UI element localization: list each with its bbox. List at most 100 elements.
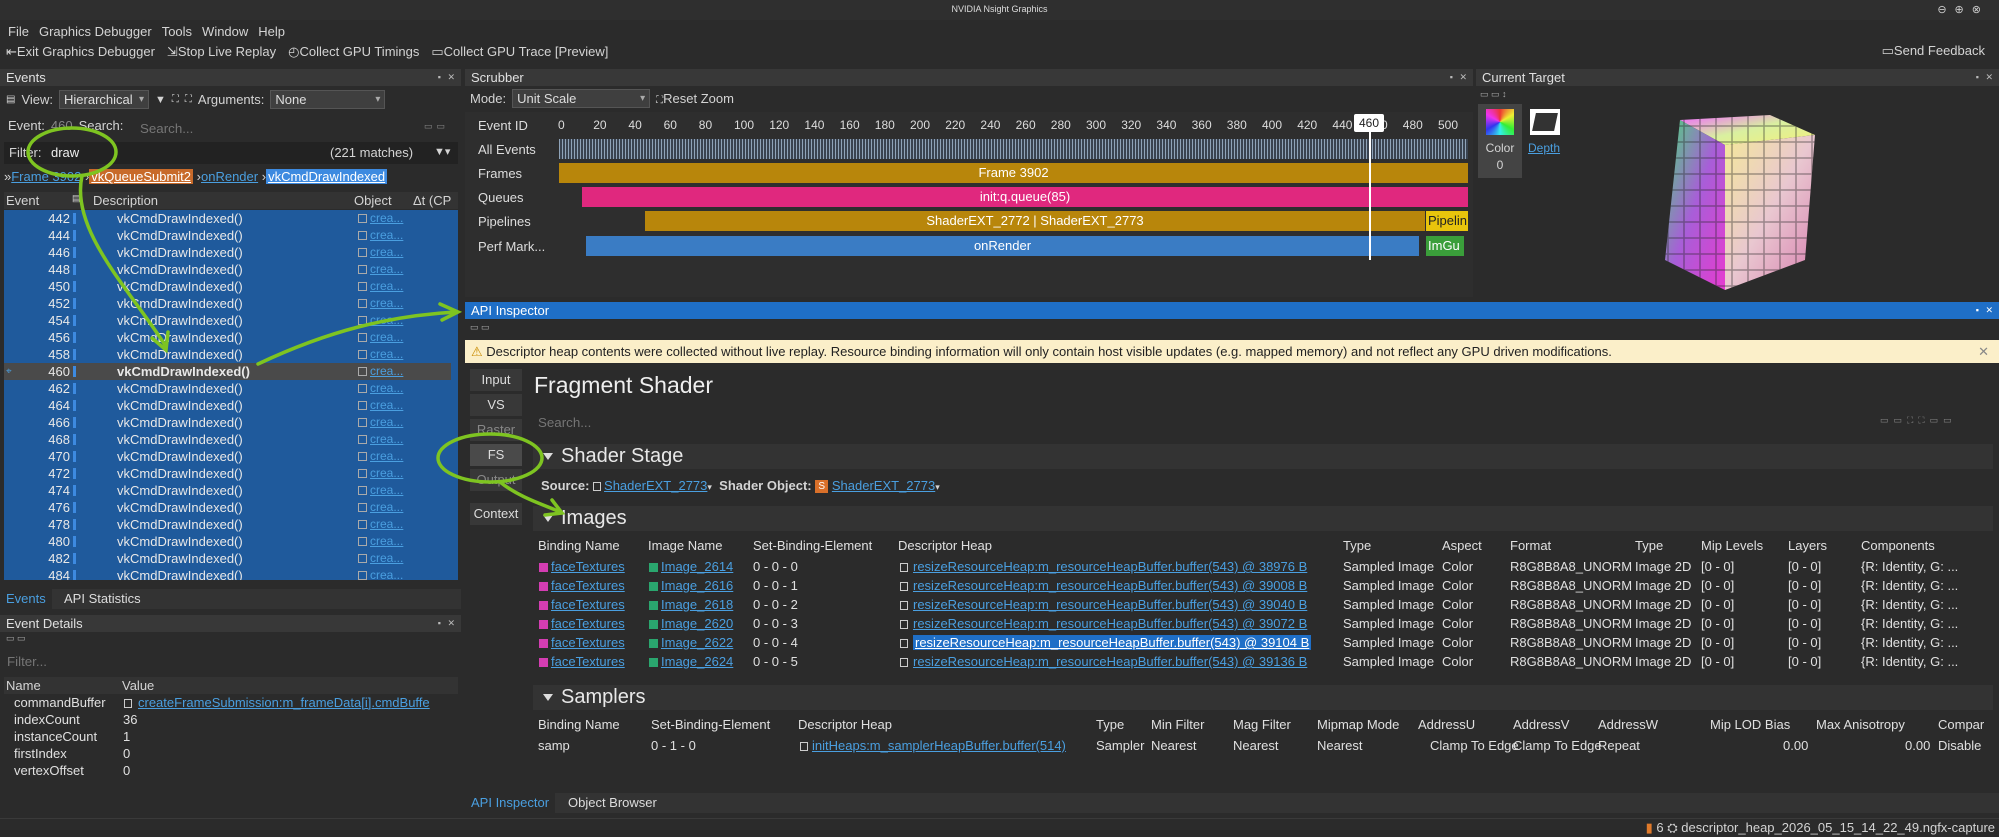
- details-filter-input[interactable]: [2, 651, 457, 671]
- images-col-header[interactable]: Descriptor Heap: [898, 538, 992, 553]
- detail-row[interactable]: instanceCount 1: [14, 729, 461, 744]
- stop-replay-button[interactable]: ⇲Stop Live Replay: [167, 44, 276, 60]
- perf-bar-2[interactable]: ImGu: [1426, 236, 1464, 256]
- samplers-col-header[interactable]: Set-Binding-Element: [651, 717, 770, 732]
- event-row[interactable]: 454 vkCmdDrawIndexed() crea...: [4, 312, 451, 329]
- perf-bar[interactable]: onRender: [586, 236, 1419, 256]
- detail-row[interactable]: vertexOffset 0: [14, 763, 461, 778]
- col-object[interactable]: Object: [354, 193, 392, 208]
- event-object-link[interactable]: crea...: [370, 261, 403, 278]
- samplers-title[interactable]: Samplers: [543, 686, 645, 709]
- event-row[interactable]: 464 vkCmdDrawIndexed() crea...: [4, 397, 451, 414]
- image-binding-row[interactable]: faceTextures Image_2616 0 - 0 - 1 resizeRes…: [538, 577, 1988, 596]
- event-object-link[interactable]: crea...: [370, 533, 403, 550]
- menu-graphics-debugger[interactable]: Graphics Debugger: [39, 24, 152, 39]
- collect-trace-button[interactable]: ▭Collect GPU Trace [Preview]: [431, 44, 608, 60]
- samplers-col-header[interactable]: Mip LOD Bias: [1710, 717, 1790, 732]
- event-row[interactable]: 476 vkCmdDrawIndexed() crea...: [4, 499, 451, 516]
- images-col-header[interactable]: Layers: [1788, 538, 1827, 553]
- frame-bar[interactable]: Frame 3902: [559, 163, 1468, 183]
- filter-options-icon[interactable]: ▼▾: [434, 145, 450, 158]
- event-row[interactable]: 458 vkCmdDrawIndexed() crea...: [4, 346, 451, 363]
- detail-row[interactable]: commandBuffer createFrameSubmission:m_fra…: [14, 695, 461, 710]
- reset-zoom-button[interactable]: ⛶Reset Zoom: [656, 91, 734, 106]
- tab-api-inspector[interactable]: API Inspector: [465, 793, 556, 813]
- filter-funnel-icon[interactable]: ▼: [155, 94, 166, 106]
- samplers-col-header[interactable]: Mipmap Mode: [1317, 717, 1399, 732]
- scrubber-cursor-line[interactable]: [1369, 128, 1371, 260]
- samplers-col-header[interactable]: Max Anisotropy: [1816, 717, 1905, 732]
- panel-controls[interactable]: ▪ ✕: [438, 69, 457, 86]
- event-object-link[interactable]: crea...: [370, 295, 403, 312]
- shader-object-link[interactable]: ShaderEXT_2773: [832, 478, 935, 493]
- capture-filename[interactable]: descriptor_heap_2026_05_15_14_22_49.ngfx…: [1681, 820, 1995, 835]
- event-row[interactable]: 452 vkCmdDrawIndexed() crea...: [4, 295, 451, 312]
- event-object-link[interactable]: crea...: [370, 550, 403, 567]
- event-object-link[interactable]: crea...: [370, 414, 403, 431]
- image-cell-heap[interactable]: resizeResourceHeap:m_resourceHeapBuffer.…: [913, 635, 1312, 650]
- image-cell-binding[interactable]: faceTextures: [551, 616, 625, 631]
- notification-icon[interactable]: ▮: [1646, 820, 1653, 835]
- images-col-header[interactable]: Format: [1510, 538, 1551, 553]
- event-object-link[interactable]: crea...: [370, 567, 403, 580]
- menu-window[interactable]: Window: [202, 24, 248, 39]
- event-object-link[interactable]: crea...: [370, 465, 403, 482]
- image-cell-heap[interactable]: resizeResourceHeap:m_resourceHeapBuffer.…: [913, 559, 1307, 574]
- color-target-thumb[interactable]: Color 0: [1478, 104, 1522, 178]
- image-cell-heap[interactable]: resizeResourceHeap:m_resourceHeapBuffer.…: [913, 578, 1307, 593]
- close-warning-icon[interactable]: ✕: [1978, 340, 1989, 363]
- stage-context[interactable]: Context: [470, 503, 522, 525]
- image-cell-image[interactable]: Image_2616: [661, 578, 733, 593]
- col-event[interactable]: Event: [6, 193, 39, 208]
- event-row[interactable]: 478 vkCmdDrawIndexed() crea...: [4, 516, 451, 533]
- images-title[interactable]: Images: [543, 507, 627, 530]
- event-row[interactable]: 470 vkCmdDrawIndexed() crea...: [4, 448, 451, 465]
- shader-stage-title[interactable]: Shader Stage: [543, 445, 683, 468]
- stage-vs[interactable]: VS: [470, 394, 522, 416]
- image-cell-image[interactable]: Image_2618: [661, 597, 733, 612]
- image-cell-heap[interactable]: resizeResourceHeap:m_resourceHeapBuffer.…: [913, 616, 1307, 631]
- images-col-header[interactable]: Components: [1861, 538, 1935, 553]
- queue-bar[interactable]: init:q.queue(85): [582, 187, 1468, 207]
- event-row[interactable]: 472 vkCmdDrawIndexed() crea...: [4, 465, 451, 482]
- event-object-link[interactable]: crea...: [370, 397, 403, 414]
- source-link[interactable]: ShaderEXT_2773: [604, 478, 707, 493]
- image-cell-binding[interactable]: faceTextures: [551, 559, 625, 574]
- event-object-link[interactable]: crea...: [370, 278, 403, 295]
- image-cell-binding[interactable]: faceTextures: [551, 654, 625, 669]
- images-col-header[interactable]: Mip Levels: [1701, 538, 1763, 553]
- depth-target-thumb[interactable]: Depth: [1526, 104, 1570, 160]
- event-row[interactable]: 446 vkCmdDrawIndexed() crea...: [4, 244, 451, 261]
- images-col-header[interactable]: Binding Name: [538, 538, 620, 553]
- images-col-header[interactable]: Image Name: [648, 538, 722, 553]
- image-binding-row[interactable]: faceTextures Image_2624 0 - 0 - 5 resizeRes…: [538, 653, 1988, 672]
- detail-row[interactable]: indexCount 36: [14, 712, 461, 727]
- tab-api-statistics[interactable]: API Statistics: [64, 589, 141, 609]
- stage-raster[interactable]: Raster: [470, 419, 522, 441]
- menu-help[interactable]: Help: [258, 24, 285, 39]
- event-object-link[interactable]: crea...: [370, 346, 403, 363]
- image-cell-binding[interactable]: faceTextures: [551, 597, 625, 612]
- tab-object-browser[interactable]: Object Browser: [568, 793, 657, 813]
- exit-debugger-button[interactable]: ⇤Exit Graphics Debugger: [6, 44, 155, 60]
- event-row[interactable]: 450 vkCmdDrawIndexed() crea...: [4, 278, 451, 295]
- event-object-link[interactable]: crea...: [370, 431, 403, 448]
- detail-row[interactable]: firstIndex 0: [14, 746, 461, 761]
- images-col-header[interactable]: Set-Binding-Element: [753, 538, 872, 553]
- event-object-link[interactable]: crea...: [370, 244, 403, 261]
- event-object-link[interactable]: crea...: [370, 312, 403, 329]
- notification-count[interactable]: 6: [1656, 820, 1663, 835]
- image-cell-heap[interactable]: resizeResourceHeap:m_resourceHeapBuffer.…: [913, 654, 1307, 669]
- image-binding-row[interactable]: faceTextures Image_2618 0 - 0 - 2 resizeRes…: [538, 596, 1988, 615]
- event-row[interactable]: 462 vkCmdDrawIndexed() crea...: [4, 380, 451, 397]
- cube-preview[interactable]: [1620, 110, 1820, 300]
- event-row[interactable]: 484 vkCmdDrawIndexed() crea...: [4, 567, 451, 580]
- image-cell-image[interactable]: Image_2614: [661, 559, 733, 574]
- event-object-link[interactable]: crea...: [370, 363, 403, 380]
- event-row[interactable]: 456 vkCmdDrawIndexed() crea...: [4, 329, 451, 346]
- pipeline-bar-2[interactable]: Pipelin: [1426, 211, 1468, 231]
- target-toolbar-icons[interactable]: ▭ ▭ ↕: [1480, 89, 1507, 100]
- pipeline-bar[interactable]: ShaderEXT_2772 | ShaderEXT_2773: [645, 211, 1425, 231]
- depth-label[interactable]: Depth: [1528, 141, 1560, 155]
- col-delta[interactable]: Δt (CP: [413, 193, 451, 208]
